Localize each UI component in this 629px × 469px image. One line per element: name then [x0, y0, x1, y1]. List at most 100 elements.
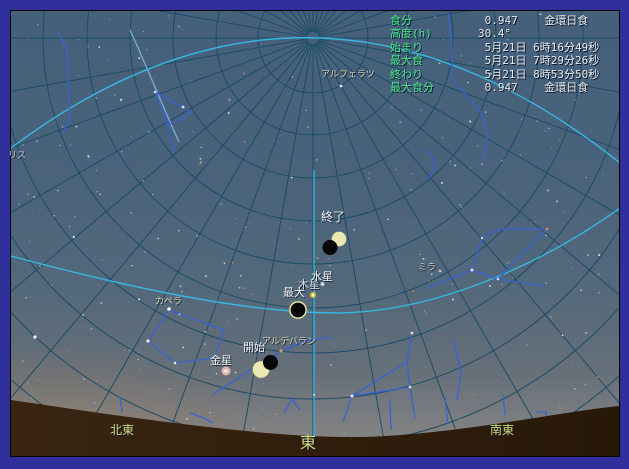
end-eclipse-moon	[323, 240, 338, 255]
star	[138, 298, 140, 300]
star	[129, 349, 131, 351]
star	[343, 432, 345, 434]
star	[220, 203, 222, 205]
star	[261, 407, 263, 409]
star	[186, 418, 188, 420]
sky-label-dir-ne: 北東	[110, 424, 134, 436]
star	[53, 215, 54, 216]
constellation-line	[190, 413, 213, 423]
sky-label-end: 終了	[321, 211, 345, 223]
star	[83, 378, 85, 380]
star	[262, 383, 263, 384]
star	[508, 261, 510, 263]
named-star	[439, 270, 442, 273]
venus-dot-core	[224, 369, 228, 373]
star	[178, 25, 180, 27]
star	[157, 238, 159, 240]
named-star	[409, 386, 412, 389]
star	[545, 234, 547, 236]
constellation-line	[445, 398, 448, 424]
star	[522, 336, 523, 337]
star	[547, 189, 549, 191]
star	[236, 218, 237, 219]
star	[228, 99, 230, 101]
star	[548, 128, 550, 130]
star	[292, 301, 293, 302]
star	[114, 94, 116, 96]
star	[99, 194, 101, 196]
sky-label-venus: 金星	[210, 355, 232, 366]
star	[585, 384, 586, 385]
named-star	[497, 278, 500, 281]
azimuth-ray	[318, 41, 619, 438]
star	[96, 170, 98, 172]
star	[306, 222, 307, 223]
star	[392, 104, 393, 105]
star	[224, 262, 226, 264]
star	[563, 211, 564, 212]
star	[307, 126, 309, 128]
star	[232, 261, 234, 263]
star	[143, 31, 145, 33]
eclipse-row-value: 30.4°	[478, 27, 511, 40]
named-star	[351, 395, 354, 398]
star	[124, 350, 125, 351]
star	[243, 141, 245, 143]
star	[293, 419, 294, 420]
star	[291, 177, 293, 179]
star	[87, 155, 89, 157]
star	[309, 407, 311, 409]
star	[597, 376, 599, 378]
star	[101, 259, 103, 261]
star	[473, 393, 475, 395]
star	[489, 285, 491, 287]
star	[240, 275, 242, 277]
star	[290, 20, 291, 21]
named-star	[471, 269, 474, 272]
star	[216, 373, 218, 375]
star	[37, 135, 38, 136]
star	[481, 163, 483, 165]
star	[449, 160, 451, 162]
star	[201, 147, 202, 148]
eclipse-row-label: 食分	[390, 14, 478, 27]
sky-label-capella: カペラ	[155, 298, 182, 307]
star	[78, 39, 79, 40]
star	[316, 159, 317, 160]
eclipse-panel-row: 終わり 5月21日 8時53分50秒	[390, 68, 599, 81]
star	[521, 118, 523, 120]
star	[180, 285, 182, 287]
star	[199, 163, 201, 165]
star	[31, 296, 32, 297]
star	[29, 240, 31, 242]
star	[411, 173, 412, 174]
star	[261, 44, 262, 45]
star	[484, 158, 485, 159]
eclipse-row-label: 高度(h)	[390, 27, 478, 40]
star	[369, 172, 370, 173]
star	[181, 291, 183, 293]
star	[292, 76, 293, 77]
star	[574, 99, 576, 101]
star	[69, 226, 70, 227]
star	[25, 297, 27, 299]
eclipse-row-value: 5月21日 8時53分50秒	[478, 68, 599, 81]
sky-chart-viewport[interactable]: 終了木星水星最大開始金星アルフェラツカペラアルデバランミラリス北東東南東 食分 …	[10, 10, 620, 457]
constellation-line	[498, 279, 545, 286]
star	[179, 313, 181, 315]
max-eclipse-moon	[291, 303, 306, 318]
star	[22, 360, 24, 362]
star	[330, 364, 332, 366]
star	[190, 80, 191, 81]
star	[426, 313, 427, 314]
star	[387, 218, 389, 220]
star	[70, 144, 72, 146]
star	[602, 173, 604, 175]
star	[306, 110, 307, 111]
star	[497, 380, 498, 381]
star	[544, 130, 546, 132]
named-star	[279, 349, 282, 352]
sky-label-alpheratz: アルフェラツ	[321, 71, 375, 80]
star	[57, 190, 59, 192]
sky-label-mercury: 水星	[311, 271, 333, 282]
